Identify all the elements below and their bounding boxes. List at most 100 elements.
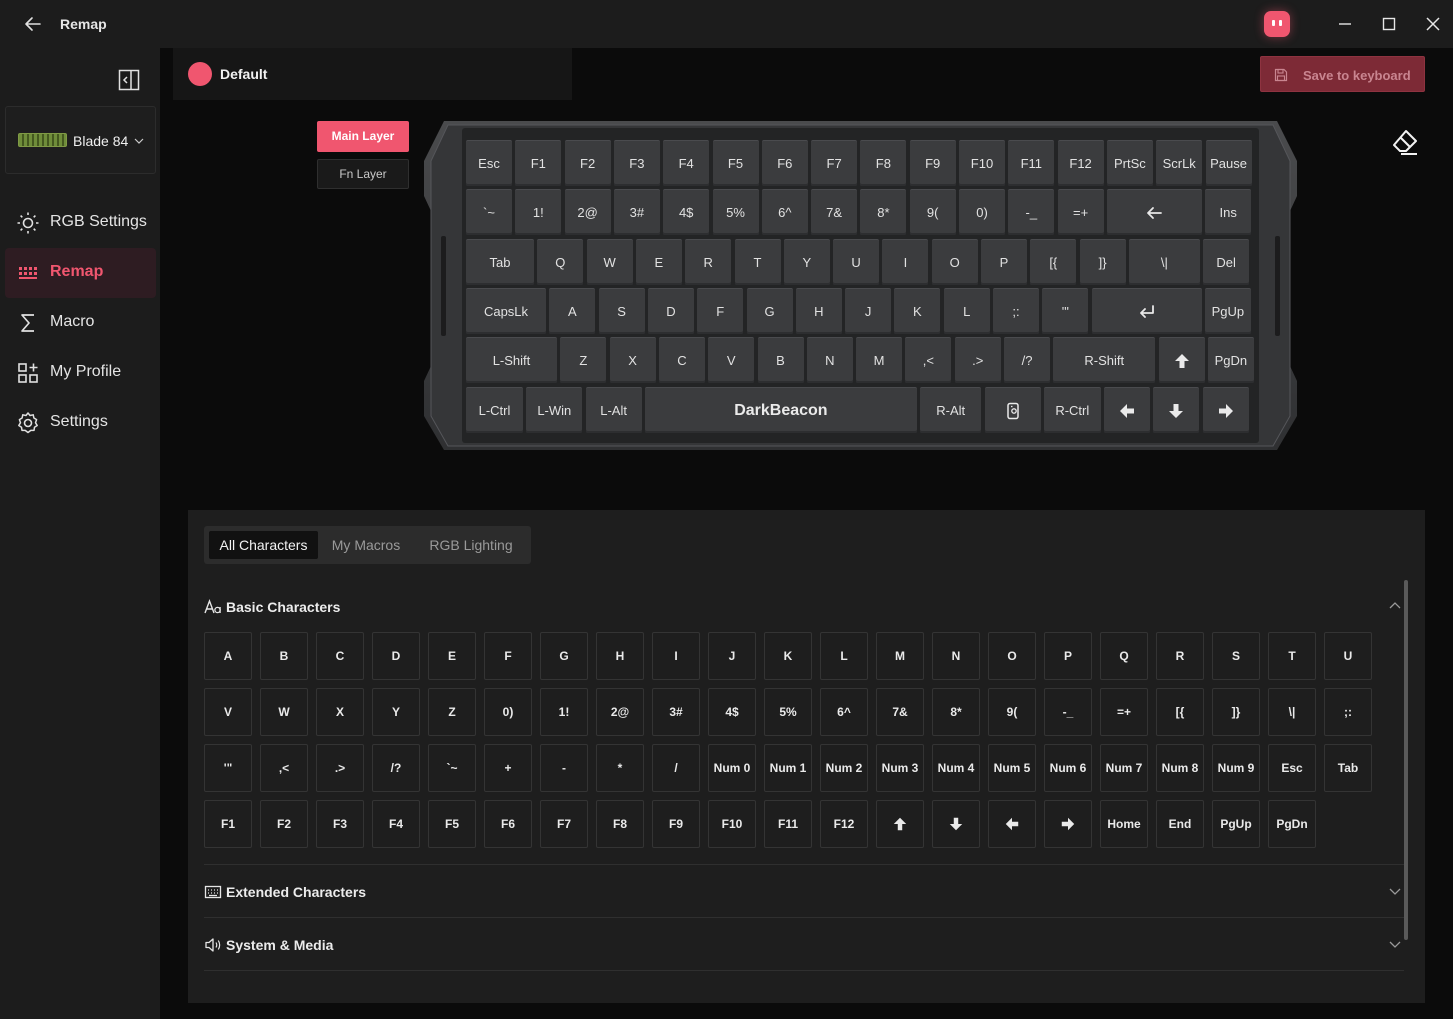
character-tile[interactable]: .> [316,744,364,792]
keyboard-key[interactable]: L-Ctrl [466,387,523,433]
keyboard-key[interactable]: Tab [466,239,534,285]
character-tile[interactable]: Num 2 [820,744,868,792]
keyboard-key[interactable]: F9 [909,140,956,186]
keyboard-key[interactable]: B [757,337,804,383]
keyboard-key[interactable]: F7 [811,140,858,186]
character-tile[interactable]: K [764,632,812,680]
backspace-icon[interactable] [1106,189,1202,235]
character-tile[interactable]: U [1324,632,1372,680]
keyboard-key[interactable]: PgDn [1207,337,1254,383]
character-tile[interactable]: 8* [932,688,980,736]
character-tile[interactable]: Num 0 [708,744,756,792]
character-tile[interactable]: PgUp [1212,800,1260,848]
main-layer-button[interactable]: Main Layer [317,121,409,152]
back-arrow-icon[interactable] [22,13,44,35]
character-tile[interactable]: F3 [316,800,364,848]
character-tile[interactable]: X [316,688,364,736]
keyboard-key[interactable]: L-Shift [466,337,557,383]
nav-item-macro[interactable]: Macro [5,298,156,348]
character-tile[interactable]: `~ [428,744,476,792]
character-tile[interactable]: F12 [820,800,868,848]
keyboard-key[interactable]: F12 [1057,140,1104,186]
close-icon[interactable] [1421,12,1445,36]
character-tile[interactable]: '" [204,744,252,792]
character-tile[interactable]: Num 5 [988,744,1036,792]
character-tile[interactable]: J [708,632,756,680]
keyboard-key[interactable]: 3# [613,189,660,235]
character-tile[interactable]: F5 [428,800,476,848]
keyboard-key[interactable]: F5 [712,140,759,186]
keyboard-key[interactable]: Q [537,239,584,285]
keyboard-key[interactable]: F8 [860,140,907,186]
character-tile[interactable]: / [652,744,700,792]
chevron-up-icon[interactable] [1388,599,1402,613]
character-tile[interactable]: H [596,632,644,680]
keyboard-key[interactable]: F11 [1008,140,1055,186]
character-tile[interactable]: N [932,632,980,680]
keyboard-key[interactable]: E [635,239,682,285]
character-tile[interactable]: Num 3 [876,744,924,792]
character-tile[interactable]: D [372,632,420,680]
keyboard-key[interactable]: Del [1203,239,1250,285]
keyboard-key[interactable]: D [647,288,694,334]
character-tile[interactable]: 6^ [820,688,868,736]
arrow-left-icon[interactable] [988,800,1036,848]
character-tile[interactable]: F7 [540,800,588,848]
fn-device-icon[interactable] [984,387,1041,433]
tab-all-characters[interactable]: All Characters [209,531,318,559]
character-tile[interactable]: 2@ [596,688,644,736]
character-tile[interactable]: ,< [260,744,308,792]
keyboard-key[interactable]: L-Alt [585,387,642,433]
eraser-icon[interactable] [1391,128,1419,156]
mascot-icon[interactable] [1264,11,1290,37]
nav-item-remap[interactable]: Remap [5,248,156,298]
keyboard-key[interactable]: -_ [1008,189,1055,235]
keyboard-key[interactable]: ScrLk [1156,140,1203,186]
keyboard-key[interactable]: Y [783,239,830,285]
character-tile[interactable]: G [540,632,588,680]
character-tile[interactable]: F10 [708,800,756,848]
chevron-down-icon[interactable] [1388,937,1402,951]
character-tile[interactable]: [{ [1156,688,1204,736]
character-tile[interactable]: \| [1268,688,1316,736]
character-tile[interactable]: A [204,632,252,680]
keyboard-key[interactable]: G [746,288,793,334]
keyboard-key[interactable]: Ins [1205,189,1252,235]
arrow-left-icon[interactable] [1104,387,1151,433]
profile-bar[interactable]: Default [173,48,572,100]
keyboard-key[interactable]: F2 [564,140,611,186]
keyboard-key[interactable]: W [586,239,633,285]
keyboard-key[interactable]: `~ [466,189,512,235]
keyboard-key[interactable]: F3 [613,140,660,186]
nav-item-my-profile[interactable]: My Profile [5,348,156,398]
character-tile[interactable]: ]} [1212,688,1260,736]
character-tile[interactable]: S [1212,632,1260,680]
character-tile[interactable]: I [652,632,700,680]
character-tile[interactable]: Num 7 [1100,744,1148,792]
keyboard-key[interactable]: S [598,288,645,334]
character-tile[interactable]: 9( [988,688,1036,736]
fn-layer-button[interactable]: Fn Layer [317,159,409,189]
keyboard-key[interactable]: \| [1128,239,1200,285]
keyboard-key[interactable]: P [981,239,1027,285]
character-tile[interactable]: F [484,632,532,680]
keyboard-key[interactable]: A [549,288,596,334]
character-tile[interactable]: /? [372,744,420,792]
character-tile[interactable]: R [1156,632,1204,680]
character-tile[interactable]: Q [1100,632,1148,680]
character-tile[interactable]: * [596,744,644,792]
character-tile[interactable]: Num 4 [932,744,980,792]
keyboard-key[interactable]: Z [560,337,607,383]
keyboard-key[interactable]: U [833,239,880,285]
keyboard-key[interactable]: F6 [761,140,808,186]
character-tile[interactable]: 4$ [708,688,756,736]
keyboard-key[interactable]: 0) [959,189,1005,235]
maximize-icon[interactable] [1377,12,1401,36]
minimize-icon[interactable] [1333,12,1357,36]
character-tile[interactable]: F11 [764,800,812,848]
arrow-right-icon[interactable] [1044,800,1092,848]
character-tile[interactable]: End [1156,800,1204,848]
keyboard-key[interactable]: 6^ [761,189,808,235]
character-tile[interactable]: F6 [484,800,532,848]
keyboard-key[interactable]: 8* [860,189,907,235]
